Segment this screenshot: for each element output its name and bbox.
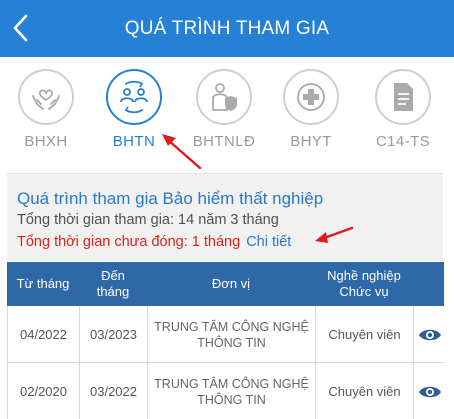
tab-bhyt[interactable]: BHYT [277,69,357,157]
tab-label: BHTNLĐ [192,133,256,150]
participation-summary: Quá trình tham gia Bảo hiểm thất nghiệp … [7,173,443,261]
cell-to: 03/2022 [80,363,148,419]
tab-label: BHYT [290,133,332,150]
eye-icon [418,386,441,397]
tab-c14ts[interactable]: C14-TS [369,69,449,157]
insurance-tabs: BHXH BHTN BHTNLĐ BHYT C14-TS [0,57,454,160]
table-header: Từ tháng Đến tháng Đơn vị Nghề nghiệp Ch… [7,262,444,306]
participation-table: Từ tháng Đến tháng Đơn vị Nghề nghiệp Ch… [7,262,444,419]
col-unit: Đơn vị [211,276,251,291]
back-button[interactable] [6,8,40,48]
cell-from: 04/2022 [8,306,80,363]
cell-job: Chuyên viên [316,363,414,419]
cell-job: Chuyên viên [316,306,414,363]
cell-unit: TRUNG TÂM CÔNG NGHỆ THÔNG TIN [148,306,316,363]
app-header: QUÁ TRÌNH THAM GIA [0,0,454,57]
total-time: Tổng thời gian tham gia: 14 năm 3 tháng [17,212,279,228]
view-detail-button[interactable] [414,306,445,363]
view-detail-button[interactable] [414,363,445,419]
tab-label: C14-TS [375,133,431,150]
tab-bhtn[interactable]: BHTN [100,69,180,157]
table-row: 04/2022 03/2023 TRUNG TÂM CÔNG NGHỆ THÔN… [7,306,444,363]
document-icon [394,83,413,111]
people-exchange-icon [120,80,148,114]
detail-link[interactable]: Chi tiết [246,234,291,250]
unpaid-row: Tổng thời gian chưa đóng: 1 tháng Chi tiế… [17,234,291,250]
cell-from: 02/2020 [8,363,80,419]
col-job: Nghề nghiệp Chức vụ [327,268,401,299]
tab-bhxh[interactable]: BHXH [12,69,92,157]
eye-icon [418,329,441,340]
tab-label: BHTN [112,133,156,150]
unpaid-time: Tổng thời gian chưa đóng: 1 tháng [17,234,241,250]
col-to: Đến tháng [96,268,130,299]
tab-label: BHXH [24,133,68,150]
heart-hands-icon [32,89,60,110]
table-row: 02/2020 03/2022 TRUNG TÂM CÔNG NGHỆ THÔN… [7,363,444,419]
tab-bhtnld[interactable]: BHTNLĐ [190,69,270,157]
col-from: Từ tháng [16,276,70,291]
summary-title: Quá trình tham gia Bảo hiểm thất nghiệp [17,189,324,208]
medical-cross-icon [297,83,325,111]
page-title: QUÁ TRÌNH THAM GIA [124,18,330,39]
chevron-left-icon [13,14,28,42]
cell-unit: TRUNG TÂM CÔNG NGHỆ THÔNG TIN [148,363,316,419]
worker-shield-icon [212,83,237,111]
cell-to: 03/2023 [80,306,148,363]
